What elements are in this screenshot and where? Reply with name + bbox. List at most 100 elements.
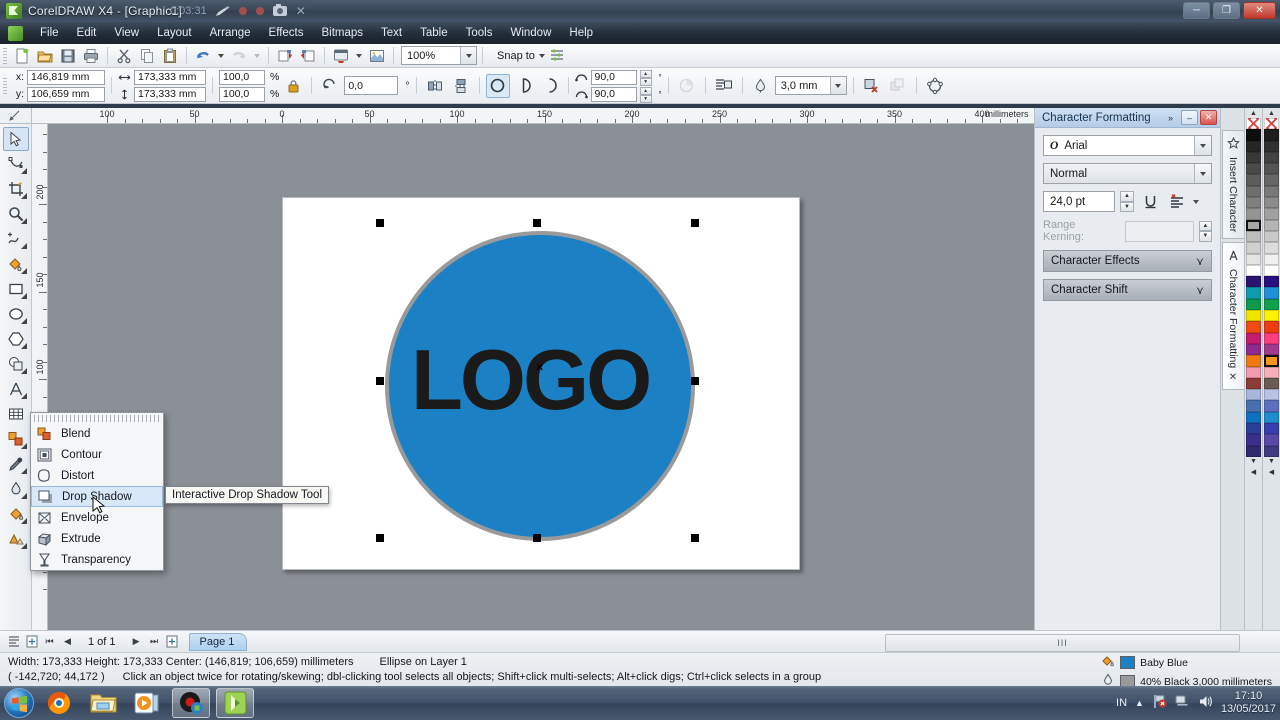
page-options-icon[interactable] [6,634,21,649]
ellipse-mode-button[interactable] [485,73,510,98]
palette-swatch[interactable] [1264,321,1279,333]
palette-swatch[interactable] [1264,400,1279,412]
palette-swatch[interactable] [1264,332,1279,344]
palette-swatch[interactable] [1246,343,1261,356]
page-tab-1[interactable]: Page 1 [188,632,248,651]
fill-color-row[interactable]: Baby Blue [1101,654,1272,671]
selection-handle[interactable] [691,377,699,385]
font-size-stepper[interactable]: ▲ ▼ [1120,191,1134,212]
selection-handle[interactable] [376,534,384,542]
merge-objects-button[interactable] [886,74,910,98]
font-style-combo[interactable]: Normal [1043,163,1212,184]
snap-to-dropdown[interactable]: Snap to [497,50,545,62]
palette-swatch[interactable] [1264,355,1279,367]
palette-swatch[interactable] [1246,377,1261,390]
color-palette-column-2[interactable]: ▲ ▼ ◀ [1262,108,1280,630]
close-button[interactable]: ✕ [1243,2,1276,19]
copy-icon[interactable] [136,45,158,66]
delete-object-button[interactable] [860,74,884,98]
chevron-down-icon[interactable] [460,47,476,64]
menu-item-layout[interactable]: Layout [148,24,201,42]
palette-swatch[interactable] [1246,332,1261,344]
zoom-tool[interactable] [3,202,29,226]
palette-swatch[interactable] [1246,423,1261,435]
range-kerning-stepper[interactable]: ▲ ▼ [1198,220,1212,242]
flyout-item-transparency[interactable]: Transparency [31,549,163,570]
selection-handle[interactable] [533,219,541,227]
font-size-input[interactable]: 24,0 pt [1043,191,1115,212]
palette-scroll-down[interactable]: ▼ [1250,457,1257,467]
camera-icon[interactable] [272,4,287,16]
menu-item-bitmaps[interactable]: Bitmaps [312,24,372,42]
new-document-icon[interactable] [11,45,33,66]
palette-swatch[interactable] [1264,389,1279,401]
network-icon[interactable] [1175,694,1190,712]
palette-swatch[interactable] [1246,310,1261,322]
horizontal-scrollbar[interactable]: III [885,634,1240,652]
coreldraw-icon[interactable] [216,688,254,718]
chevron-down-icon[interactable] [1194,136,1211,155]
record-dot-icon[interactable] [238,7,247,15]
zoom-level-combo[interactable]: 100% [401,46,477,65]
underline-icon[interactable] [1139,192,1161,212]
chevron-down-icon[interactable] [1194,164,1211,183]
ellipse-tool[interactable] [3,302,29,326]
menu-item-effects[interactable]: Effects [260,24,313,42]
record-dot-icon[interactable] [255,7,264,15]
palette-swatch[interactable] [1264,151,1279,164]
palette-swatch[interactable] [1246,230,1261,243]
scale-horizontal-input[interactable]: 100,0 [219,69,265,85]
mirror-horizontal-icon[interactable] [423,74,447,98]
lock-ratio-icon[interactable] [281,74,305,98]
palette-swatch[interactable] [1264,343,1279,356]
logo-text-object[interactable]: LOGO [411,338,652,423]
palette-swatch[interactable] [1264,219,1279,231]
palette-swatch[interactable] [1264,445,1279,457]
first-page-button[interactable]: ⏮ [42,634,57,649]
character-effects-section[interactable]: Character Effects ⋎ [1043,250,1212,272]
palette-swatch[interactable] [1246,219,1261,231]
interactive-blend-tool[interactable] [3,427,29,451]
palette-swatch[interactable] [1264,264,1279,277]
end-angle-stepper[interactable]: ▲ ▼ [639,86,652,103]
palette-swatch[interactable] [1246,174,1261,186]
palette-swatch[interactable] [1264,310,1279,322]
print-icon[interactable] [80,45,102,66]
palette-swatch[interactable] [1264,298,1279,311]
import-icon[interactable] [274,45,296,66]
color-palette-column-1[interactable]: ▲ ▼ ◀ [1244,108,1262,630]
add-page-end-icon[interactable] [165,634,180,649]
palette-swatch[interactable] [1264,174,1279,186]
selection-handle[interactable] [691,219,699,227]
palette-swatch[interactable] [1246,366,1261,378]
palette-swatch[interactable] [1246,264,1261,277]
docker-tab-insert-character[interactable]: Insert Character [1221,130,1244,240]
document-page[interactable]: LOGO ✕ [282,197,800,570]
range-kerning-input[interactable] [1125,220,1194,242]
palette-swatch[interactable] [1264,129,1279,141]
shape-tool[interactable] [3,152,29,176]
height-input[interactable]: 173,333 mm [134,86,206,102]
crop-tool[interactable] [3,177,29,201]
pick-tool[interactable] [2,127,29,151]
open-document-icon[interactable] [34,45,56,66]
palette-swatch[interactable] [1264,411,1279,424]
outline-tool[interactable] [3,477,29,501]
save-document-icon[interactable] [57,45,79,66]
menu-item-tools[interactable]: Tools [457,24,502,42]
freehand-tool[interactable] [3,227,29,251]
palette-swatch[interactable] [1246,355,1261,367]
palette-scroll-down[interactable]: ▼ [1268,457,1275,467]
file-explorer-icon[interactable] [84,688,122,718]
flyout-item-extrude[interactable]: Extrude [31,528,163,549]
palette-swatch[interactable] [1246,276,1261,288]
width-input[interactable]: 173,333 mm [134,69,206,85]
selection-handle[interactable] [533,534,541,542]
palette-swatch[interactable] [1264,287,1279,299]
volume-icon[interactable] [1198,694,1213,712]
restore-button[interactable]: ❐ [1213,2,1240,19]
menu-item-window[interactable]: Window [501,24,560,42]
close-icon[interactable]: ✕ [1229,372,1237,383]
palette-swatch[interactable] [1264,185,1279,198]
chevron-down-icon[interactable] [538,53,545,58]
